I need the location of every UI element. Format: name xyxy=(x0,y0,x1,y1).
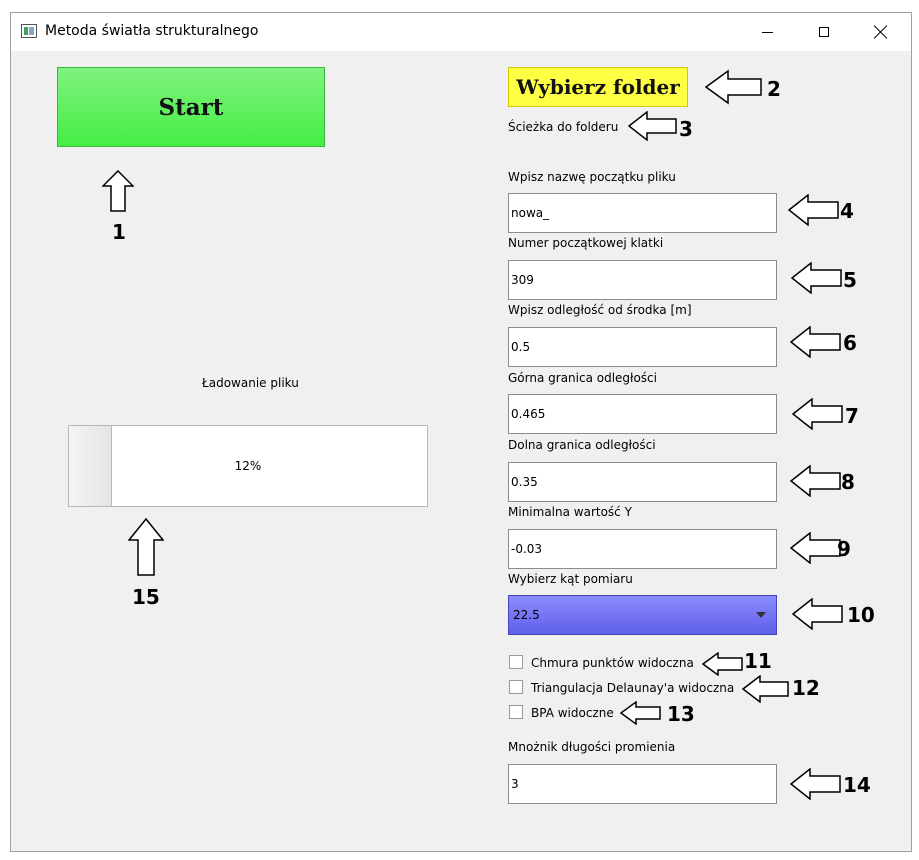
loading-label: Ładowanie pliku xyxy=(202,376,299,390)
lower-limit-input[interactable] xyxy=(508,462,777,502)
annotation-number: 15 xyxy=(132,585,160,609)
left-arrow-icon xyxy=(788,194,839,226)
upper-limit-input[interactable] xyxy=(508,394,777,434)
point-cloud-label: Chmura punktów widoczna xyxy=(531,656,694,670)
minimize-button[interactable] xyxy=(738,13,796,51)
annotation-number: 12 xyxy=(792,676,820,700)
left-arrow-icon xyxy=(790,532,841,564)
progress-text: 12% xyxy=(234,459,262,473)
lower-limit-label: Dolna granica odległości xyxy=(508,438,656,452)
maximize-icon xyxy=(819,27,829,37)
annotation-number: 6 xyxy=(843,331,857,355)
left-arrow-icon xyxy=(705,69,762,105)
start-frame-input[interactable] xyxy=(508,260,777,300)
annotation-number: 8 xyxy=(841,470,855,494)
point-cloud-checkbox[interactable] xyxy=(509,655,523,669)
radius-multiplier-label: Mnożnik długości promienia xyxy=(508,740,676,754)
annotation-number: 9 xyxy=(837,537,851,561)
annotation-number: 10 xyxy=(847,603,875,627)
annotation-number: 3 xyxy=(679,117,693,141)
loading-progress-bar: 12% xyxy=(68,425,428,507)
angle-label: Wybierz kąt pomiaru xyxy=(508,572,633,586)
close-icon xyxy=(874,25,888,39)
left-arrow-icon xyxy=(628,111,677,141)
delaunay-checkbox[interactable] xyxy=(509,680,523,694)
left-arrow-icon xyxy=(792,598,843,630)
left-arrow-icon xyxy=(791,262,842,294)
minimize-icon xyxy=(761,31,773,33)
left-arrow-icon xyxy=(790,768,841,800)
close-button[interactable] xyxy=(852,13,910,51)
app-icon xyxy=(21,24,37,38)
file-prefix-input[interactable] xyxy=(508,193,777,233)
angle-select[interactable]: 22.5 xyxy=(508,595,777,635)
annotation-number: 14 xyxy=(843,773,871,797)
folder-path-label: Ścieżka do folderu xyxy=(508,120,619,134)
left-arrow-icon xyxy=(742,675,789,703)
left-arrow-icon xyxy=(702,652,743,676)
maximize-button[interactable] xyxy=(795,13,853,51)
center-distance-input[interactable] xyxy=(508,327,777,367)
left-arrow-icon xyxy=(620,701,661,725)
chevron-down-icon xyxy=(756,612,766,618)
start-button[interactable]: Start xyxy=(57,67,325,147)
upper-limit-label: Górna granica odległości xyxy=(508,371,657,385)
annotation-number: 4 xyxy=(840,199,854,223)
angle-selected-value: 22.5 xyxy=(513,608,540,622)
min-y-label: Minimalna wartość Y xyxy=(508,505,632,519)
annotation-number: 13 xyxy=(667,702,695,726)
up-arrow-icon xyxy=(102,170,134,212)
min-y-input[interactable] xyxy=(508,529,777,569)
annotation-number: 7 xyxy=(845,404,859,428)
app-window: Metoda światła strukturalnego Start Łado… xyxy=(10,12,912,852)
delaunay-label: Triangulacja Delaunay'a widoczna xyxy=(531,681,735,695)
start-frame-label: Numer początkowej klatki xyxy=(508,236,664,250)
annotation-number: 5 xyxy=(843,268,857,292)
file-prefix-label: Wpisz nazwę początku pliku xyxy=(508,170,676,184)
annotation-number: 11 xyxy=(744,649,772,673)
left-arrow-icon xyxy=(790,326,841,358)
annotation-number: 1 xyxy=(112,220,126,244)
bpa-checkbox[interactable] xyxy=(509,705,523,719)
radius-multiplier-input[interactable] xyxy=(508,764,777,804)
bpa-label: BPA widoczne xyxy=(531,706,614,720)
annotation-number: 2 xyxy=(767,77,781,101)
window-title: Metoda światła strukturalnego xyxy=(45,23,259,39)
center-distance-label: Wpisz odległość od środka [m] xyxy=(508,303,692,317)
title-bar: Metoda światła strukturalnego xyxy=(11,13,911,51)
up-arrow-icon xyxy=(128,518,164,576)
left-arrow-icon xyxy=(792,398,843,430)
left-arrow-icon xyxy=(790,465,841,497)
choose-folder-button[interactable]: Wybierz folder xyxy=(508,67,688,107)
